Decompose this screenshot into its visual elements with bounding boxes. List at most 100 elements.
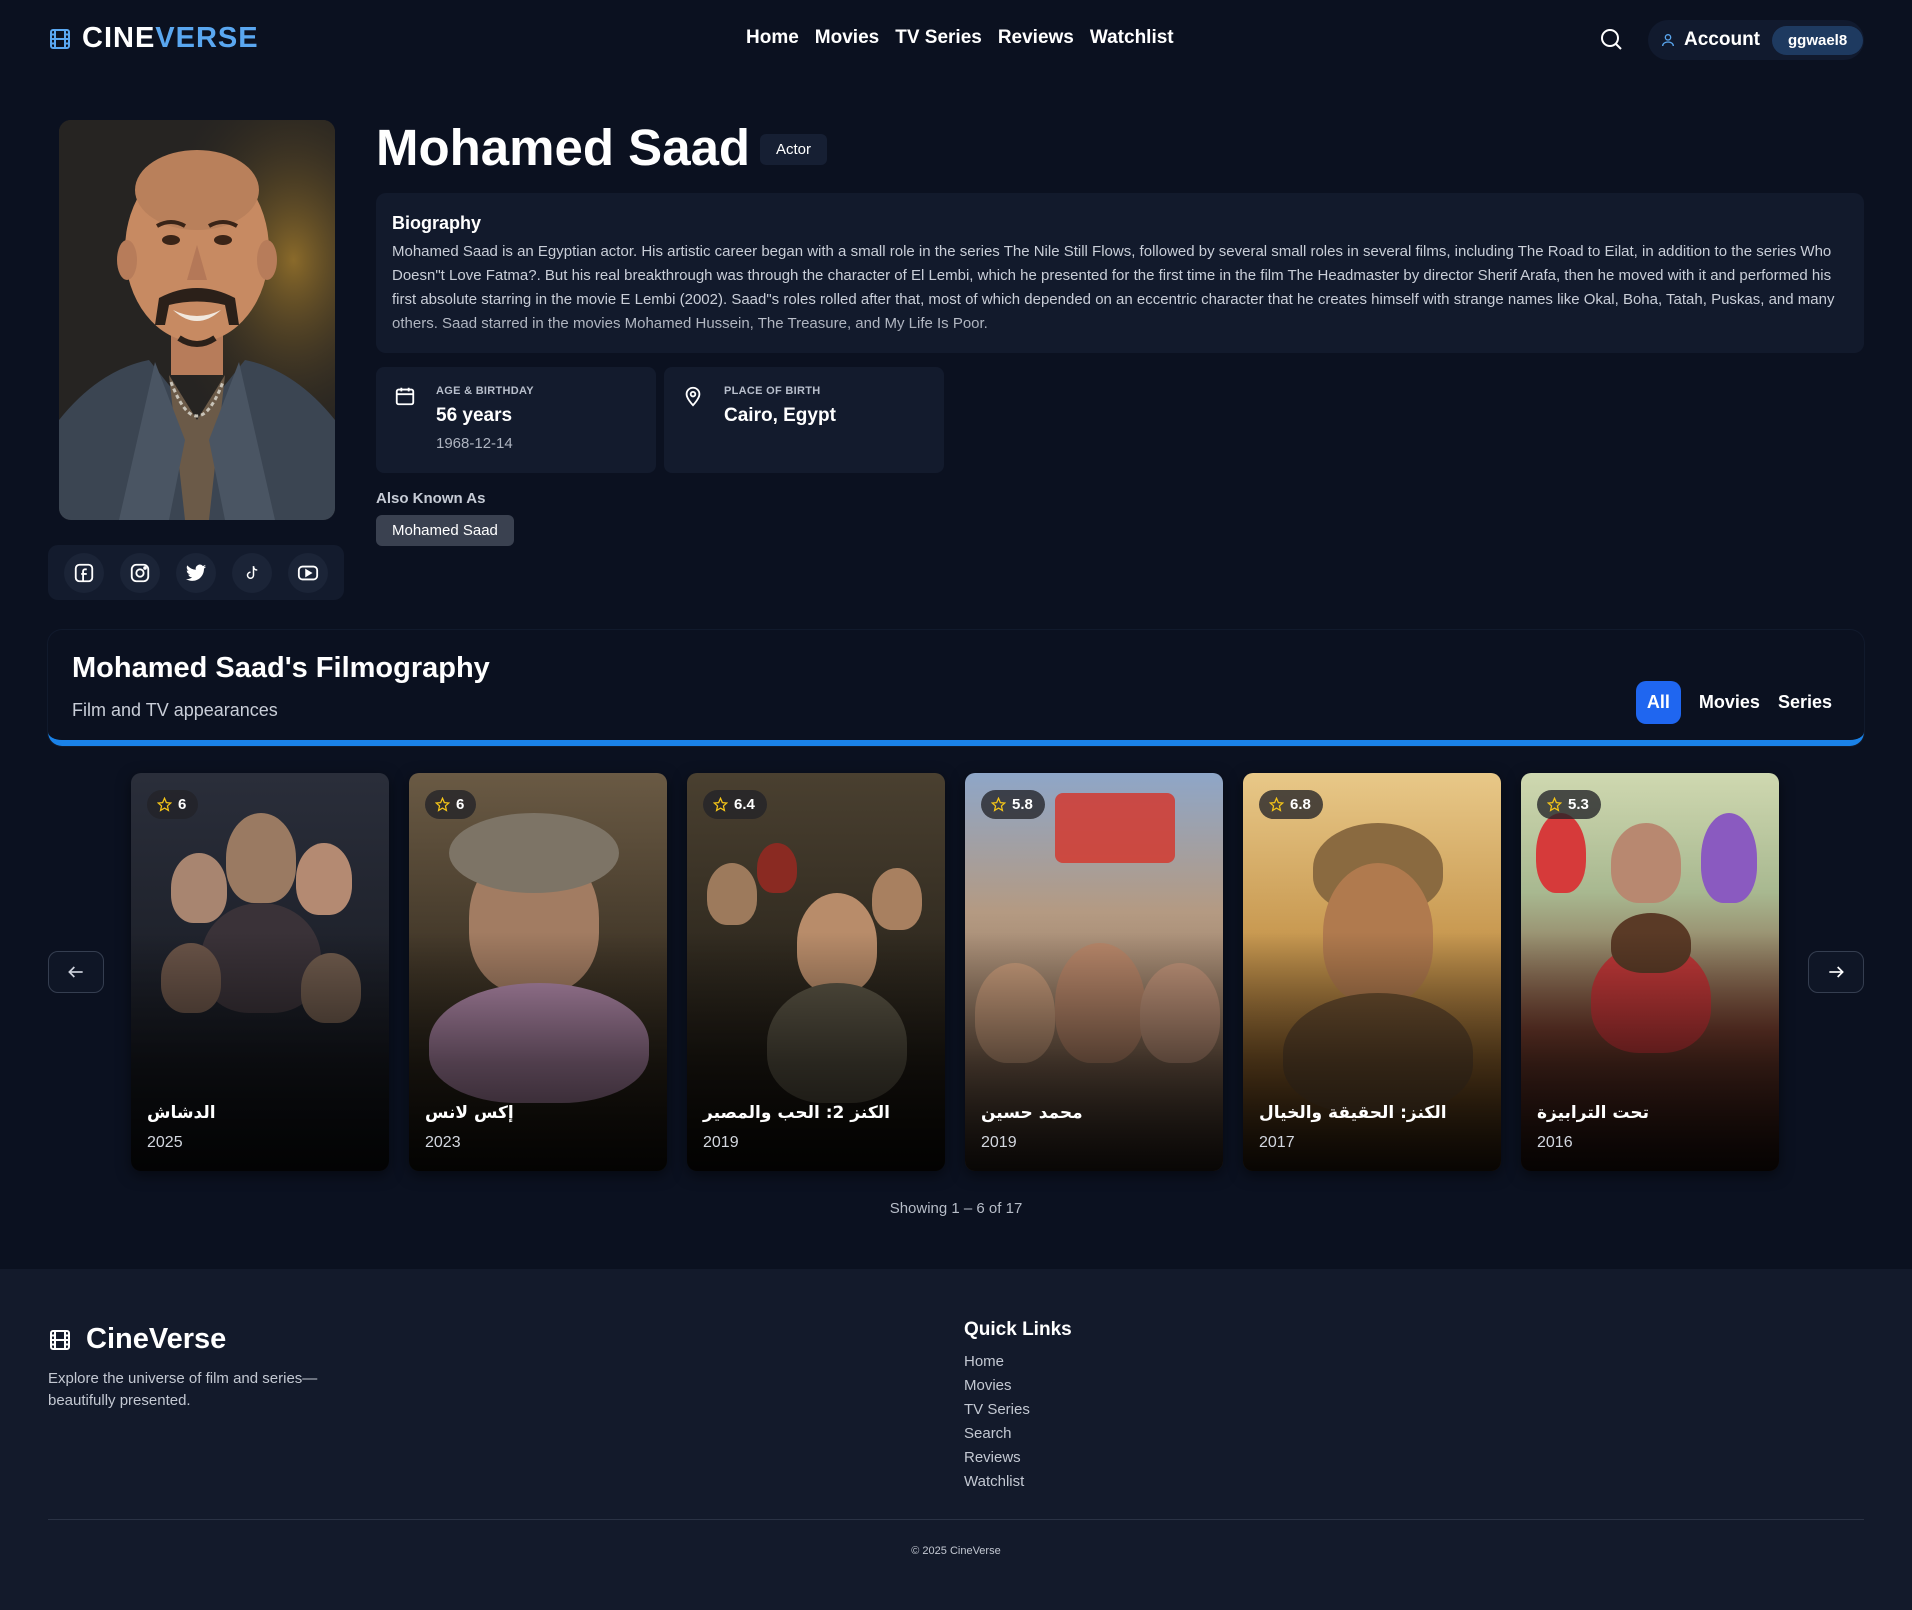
also-known-as-label: Also Known As xyxy=(376,490,486,507)
film-card[interactable]: 6 الدشاش 2025 xyxy=(131,773,389,1171)
film-title: الدشاش xyxy=(147,1103,216,1123)
main-nav: Home Movies TV Series Reviews Watchlist xyxy=(746,27,1174,49)
age-value: 56 years xyxy=(436,405,513,426)
carousel-prev-button[interactable] xyxy=(48,951,104,993)
biography-fade xyxy=(376,313,1864,353)
footer-link-home[interactable]: Home xyxy=(964,1353,1030,1371)
pagination-status: Showing 1 – 6 of 17 xyxy=(889,1200,1023,1217)
account-button[interactable]: Account ggwael8 xyxy=(1648,20,1864,60)
rating-value: 6 xyxy=(456,796,465,813)
twitter-link[interactable] xyxy=(176,552,216,593)
nav-watchlist[interactable]: Watchlist xyxy=(1090,27,1174,49)
footer-link-tv-series[interactable]: TV Series xyxy=(964,1401,1030,1419)
film-title: الكنز: الحقيقة والخيال xyxy=(1259,1103,1447,1123)
site-logo[interactable]: CINEVERSE xyxy=(48,22,259,55)
rating-badge: 6.8 xyxy=(1259,790,1323,819)
facebook-icon xyxy=(74,563,94,582)
carousel-next-button[interactable] xyxy=(1808,951,1864,993)
arrow-right-icon xyxy=(1829,966,1844,978)
film-title: إكس لانس xyxy=(425,1103,514,1123)
nav-reviews[interactable]: Reviews xyxy=(998,27,1074,49)
username-badge: ggwael8 xyxy=(1772,25,1864,55)
star-icon xyxy=(1547,797,1562,812)
rating-badge: 6.4 xyxy=(703,790,767,819)
age-label: AGE & BIRTHDAY xyxy=(436,385,534,397)
twitter-icon xyxy=(185,564,207,581)
rating-badge: 6 xyxy=(147,790,199,819)
tiktok-link[interactable] xyxy=(232,552,272,593)
filmography-header: Mohamed Saad's Filmography Film and TV a… xyxy=(48,630,1864,746)
film-year: 2016 xyxy=(1537,1134,1573,1151)
film-card[interactable]: 6.4 الكنز 2: الحب والمصير 2019 xyxy=(687,773,945,1171)
logo-text-part2: VERSE xyxy=(155,22,259,54)
rating-value: 6.4 xyxy=(734,796,755,813)
film-title: تحت الترابيزة xyxy=(1537,1103,1650,1123)
tab-movies[interactable]: Movies xyxy=(1699,681,1760,724)
place-of-birth-card: PLACE OF BIRTH Cairo, Egypt xyxy=(664,367,944,473)
copyright: © 2025 CineVerse xyxy=(911,1545,1001,1557)
footer-brand: CineVerse xyxy=(86,1323,227,1355)
social-links xyxy=(48,545,344,600)
birthplace-value: Cairo, Egypt xyxy=(724,405,836,426)
rating-value: 6.8 xyxy=(1290,796,1311,813)
footer-link-watchlist[interactable]: Watchlist xyxy=(964,1473,1030,1491)
actor-name: Mohamed Saad xyxy=(376,119,751,176)
film-card[interactable]: 6 إكس لانس 2023 xyxy=(409,773,667,1171)
film-year: 2019 xyxy=(703,1134,739,1151)
calendar-icon xyxy=(395,387,415,406)
film-icon xyxy=(50,1329,70,1350)
footer-tagline: Explore the universe of film and series—… xyxy=(48,1370,318,1409)
tab-all[interactable]: All xyxy=(1635,681,1681,724)
star-icon xyxy=(991,797,1006,812)
nav-home[interactable]: Home xyxy=(746,27,799,49)
rating-badge: 6 xyxy=(425,790,477,819)
film-title: الكنز 2: الحب والمصير xyxy=(703,1103,890,1123)
facebook-link[interactable] xyxy=(64,552,104,593)
rating-badge: 5.3 xyxy=(1537,790,1601,819)
star-icon xyxy=(713,797,728,812)
tiktok-icon xyxy=(246,565,258,579)
arrow-left-icon xyxy=(68,966,83,978)
nav-tv-series[interactable]: TV Series xyxy=(895,27,982,49)
account-label: Account xyxy=(1684,29,1760,50)
footer-logo[interactable]: CineVerse xyxy=(48,1323,226,1356)
rating-badge: 5.8 xyxy=(981,790,1045,819)
footer-link-movies[interactable]: Movies xyxy=(964,1377,1030,1395)
youtube-link[interactable] xyxy=(288,552,328,593)
film-title: محمد حسين xyxy=(981,1103,1083,1123)
film-year: 2025 xyxy=(147,1134,183,1151)
film-icon xyxy=(50,28,70,49)
tab-series[interactable]: Series xyxy=(1778,681,1832,724)
star-icon xyxy=(157,797,172,812)
rating-value: 6 xyxy=(178,796,187,813)
footer-link-search[interactable]: Search xyxy=(964,1425,1030,1443)
instagram-icon xyxy=(130,563,150,582)
filmography-title: Mohamed Saad's Filmography xyxy=(72,652,490,684)
film-card[interactable]: 5.3 تحت الترابيزة 2016 xyxy=(1521,773,1779,1171)
quick-links-title: Quick Links xyxy=(964,1319,1072,1340)
instagram-link[interactable] xyxy=(120,552,160,593)
biography-title: Biography xyxy=(392,213,482,233)
site-footer: CineVerse Explore the universe of film a… xyxy=(0,1269,1912,1610)
film-year: 2017 xyxy=(1259,1134,1295,1151)
youtube-icon xyxy=(297,565,319,580)
age-birthday-card: AGE & BIRTHDAY 56 years 1968-12-14 xyxy=(376,367,656,473)
search-button[interactable] xyxy=(1596,24,1626,54)
biography-panel: Biography Mohamed Saad is an Egyptian ac… xyxy=(376,193,1864,353)
nav-movies[interactable]: Movies xyxy=(815,27,879,49)
aka-chip: Mohamed Saad xyxy=(376,515,514,546)
rating-value: 5.8 xyxy=(1012,796,1033,813)
rating-value: 5.3 xyxy=(1568,796,1589,813)
birthplace-label: PLACE OF BIRTH xyxy=(724,385,821,397)
star-icon xyxy=(435,797,450,812)
film-year: 2019 xyxy=(981,1134,1017,1151)
film-card[interactable]: 6.8 الكنز: الحقيقة والخيال 2017 xyxy=(1243,773,1501,1171)
logo-text-part1: CINE xyxy=(82,22,156,54)
actor-portrait xyxy=(59,120,335,520)
filmography-tabs: All Movies Series xyxy=(1635,681,1832,724)
map-pin-icon xyxy=(685,386,701,407)
film-card[interactable]: 5.8 محمد حسين 2019 xyxy=(965,773,1223,1171)
star-icon xyxy=(1269,797,1284,812)
filmography-subtitle: Film and TV appearances xyxy=(72,700,278,720)
footer-link-reviews[interactable]: Reviews xyxy=(964,1449,1030,1467)
